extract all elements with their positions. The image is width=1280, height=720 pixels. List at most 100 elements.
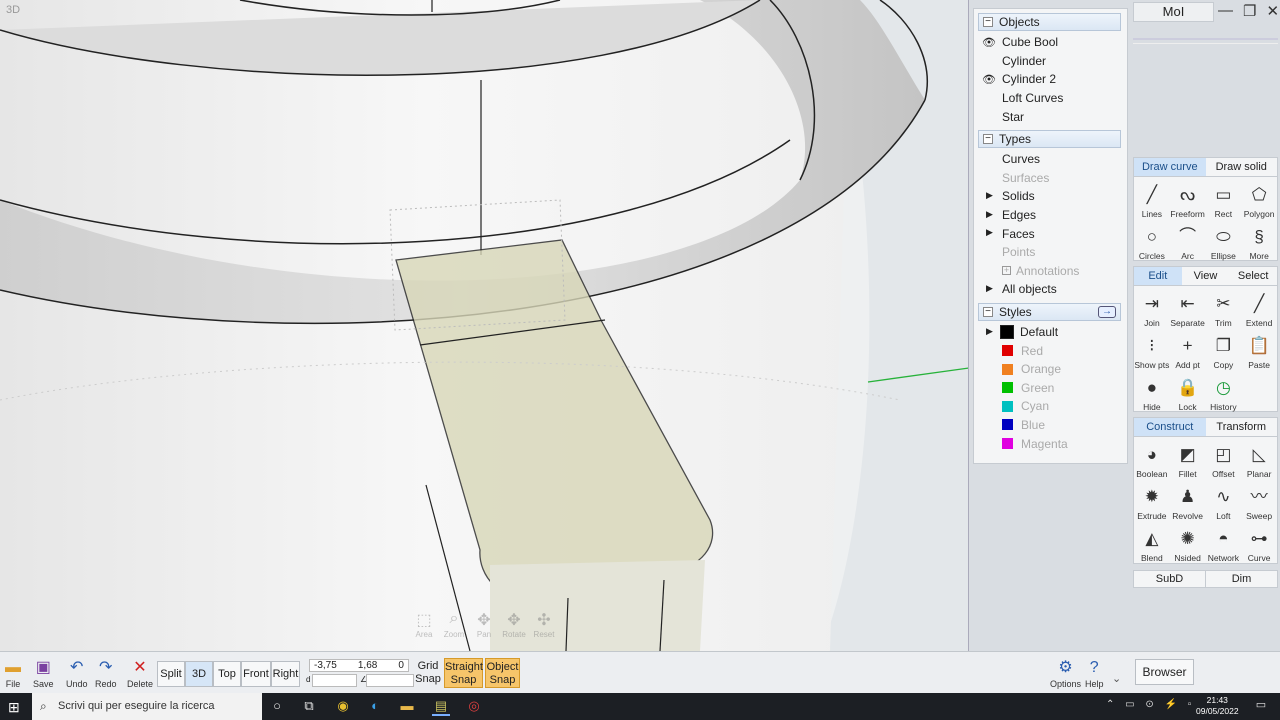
separate-tool[interactable]: ⇤ Separate [1170, 288, 1206, 330]
type-row-faces[interactable]: ▶ Faces [974, 224, 1127, 243]
style-row-blue[interactable]: Blue [974, 416, 1127, 435]
dim-button[interactable]: Dim [1205, 571, 1277, 587]
view-3d-button[interactable]: 3D [185, 661, 213, 687]
network-tool[interactable]: ◓ Network [1206, 523, 1242, 565]
freeform-tool[interactable]: ᔓ Freeform [1170, 179, 1206, 221]
polygon-tool[interactable]: ⬠ Polygon [1241, 179, 1277, 221]
object-row[interactable]: 👁 Cylinder 2 [974, 70, 1127, 89]
loft-tool[interactable]: ∿ Loft [1206, 481, 1242, 523]
redo-button[interactable]: ↷ Redo [95, 657, 117, 689]
moi-app-icon[interactable]: ▤ [432, 698, 450, 716]
reset-button[interactable]: ✣ Reset [532, 610, 556, 639]
grid-snap-toggle[interactable]: Grid Snap [415, 658, 441, 688]
type-row-points[interactable]: Points [974, 243, 1127, 262]
view-right-button[interactable]: Right [271, 661, 300, 687]
save-button[interactable]: ▣ Save [33, 657, 54, 689]
type-row-annotations[interactable]: + Annotations [974, 262, 1127, 281]
object-row[interactable]: Star [974, 107, 1127, 126]
trim-tool[interactable]: ✂ Trim [1206, 288, 1242, 330]
object-snap-toggle[interactable]: Object Snap [485, 658, 520, 688]
circles-tool[interactable]: ○ Circles [1134, 221, 1170, 263]
show-pts-tool[interactable]: ⁝ Show pts [1134, 330, 1170, 372]
area-zoom-button[interactable]: ⬚ Area [412, 610, 436, 639]
tab-draw-solid[interactable]: Draw solid [1206, 158, 1278, 176]
edge-icon[interactable]: ◐ [366, 698, 384, 713]
tab-view[interactable]: View [1182, 267, 1230, 285]
view-split-button[interactable]: Split [157, 661, 185, 687]
style-row-red[interactable]: Red [974, 341, 1127, 360]
type-row-curves[interactable]: Curves [974, 150, 1127, 169]
type-row-surfaces[interactable]: Surfaces [974, 169, 1127, 188]
extend-tool[interactable]: ╱ Extend [1241, 288, 1277, 330]
revolve-tool[interactable]: ♟ Revolve [1170, 481, 1206, 523]
type-row-solids[interactable]: ▶ Solids [974, 187, 1127, 206]
chevron-down-icon[interactable]: ⌄ [1112, 672, 1121, 685]
style-row-green[interactable]: Green [974, 379, 1127, 398]
visibility-toggle-icon[interactable]: ▶ [986, 227, 993, 238]
add-pt-tool[interactable]: + Add pt [1170, 330, 1206, 372]
history-tool[interactable]: ◷ History [1206, 372, 1242, 414]
boolean-tool[interactable]: ◕ Boolean [1134, 439, 1170, 481]
paste-tool[interactable]: 📋 Paste [1241, 330, 1277, 372]
tab-select[interactable]: Select [1229, 267, 1277, 285]
styles-edit-arrow-icon[interactable]: → [1098, 305, 1116, 318]
fillet-tool[interactable]: ◩ Fillet [1170, 439, 1206, 481]
visibility-toggle-icon[interactable]: ▶ [986, 326, 993, 337]
nsided-tool[interactable]: ✺ Nsided [1170, 523, 1206, 565]
eye-icon[interactable]: 👁 [982, 36, 996, 49]
object-row[interactable]: Loft Curves [974, 89, 1127, 108]
3d-viewport[interactable]: 3D ⬚ Area ⌕ Zoom ✥ Pan ✥ Rotate ✣ Reset [0, 0, 969, 651]
style-row-orange[interactable]: Orange [974, 360, 1127, 379]
extrude-tool[interactable]: ✹ Extrude [1134, 481, 1170, 523]
undo-button[interactable]: ↶ Undo [66, 657, 88, 689]
close-icon[interactable]: ✕ [1266, 2, 1279, 20]
system-tray-icons[interactable]: ⌃ ▭ ⊙ ⚡ ▫ [1106, 699, 1195, 710]
types-section-header[interactable]: − Types [978, 129, 1121, 148]
offset-tool[interactable]: ◰ Offset [1206, 439, 1242, 481]
rotate-button[interactable]: ✥ Rotate [502, 610, 526, 639]
recorder-icon[interactable]: ◎ [465, 698, 483, 714]
style-row-magenta[interactable]: Magenta [974, 434, 1127, 453]
blend-tool[interactable]: ◭ Blend [1134, 523, 1170, 565]
taskbar-search[interactable]: ⌕ Scrivi qui per eseguire la ricerca [32, 693, 262, 720]
help-button[interactable]: ? Help [1085, 657, 1104, 689]
arc-tool[interactable]: ⌒ Arc [1170, 221, 1206, 263]
more-tool[interactable]: § More [1241, 221, 1277, 263]
angle-field[interactable] [366, 674, 414, 687]
view-front-button[interactable]: Front [241, 661, 271, 687]
planar-tool[interactable]: ◺ Planar [1241, 439, 1277, 481]
visibility-toggle-icon[interactable]: ▶ [986, 209, 993, 220]
rect-tool[interactable]: ▭ Rect [1206, 179, 1242, 221]
tab-edit[interactable]: Edit [1134, 267, 1182, 285]
styles-section-header[interactable]: − Styles → [978, 302, 1121, 321]
browser-button[interactable]: Browser [1135, 659, 1194, 685]
distance-field[interactable] [312, 674, 357, 687]
style-row-default[interactable]: ▶ Default [974, 323, 1127, 342]
copy-tool[interactable]: ❐ Copy [1206, 330, 1242, 372]
xyz-readout[interactable]: -3,75 1,68 0 [309, 659, 409, 672]
options-button[interactable]: ⚙ Options [1050, 657, 1081, 689]
minimize-icon[interactable]: — [1218, 2, 1233, 20]
restore-icon[interactable]: ❐ [1243, 2, 1256, 20]
view-top-button[interactable]: Top [213, 661, 241, 687]
straight-snap-toggle[interactable]: Straight Snap [444, 658, 483, 688]
visibility-toggle-icon[interactable]: ▶ [986, 190, 993, 201]
task-view-icon[interactable]: ⧉ [300, 698, 318, 714]
file-button[interactable]: ▬ File [5, 657, 21, 689]
tab-construct[interactable]: Construct [1134, 418, 1206, 436]
hide-tool[interactable]: ● Hide [1134, 372, 1170, 414]
style-row-cyan[interactable]: Cyan [974, 397, 1127, 416]
notification-icon[interactable]: ▭ [1252, 698, 1270, 711]
eye-icon[interactable]: 👁 [982, 73, 996, 86]
zoom-button[interactable]: ⌕ Zoom [442, 610, 466, 639]
file-explorer-icon[interactable]: ▬ [398, 698, 416, 713]
windows-start-icon[interactable]: ⊞ [8, 699, 20, 716]
subd-button[interactable]: SubD [1134, 571, 1205, 587]
object-row[interactable]: Cylinder [974, 52, 1127, 71]
cortana-icon[interactable]: ○ [268, 698, 286, 713]
join-tool[interactable]: ⇥ Join [1134, 288, 1170, 330]
delete-button[interactable]: ✕ Delete [127, 657, 153, 689]
tab-transform[interactable]: Transform [1206, 418, 1278, 436]
tab-draw-curve[interactable]: Draw curve [1134, 158, 1206, 176]
lines-tool[interactable]: ╱ Lines [1134, 179, 1170, 221]
